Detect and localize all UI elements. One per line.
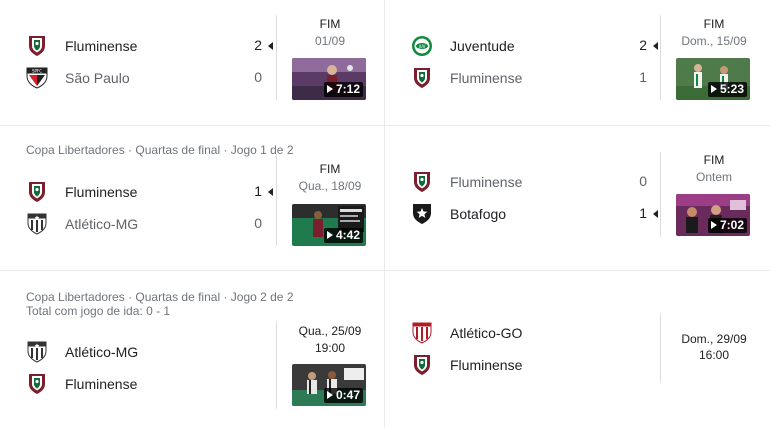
winner-arrow-icon xyxy=(653,42,658,50)
home-team: Atlético-MG xyxy=(26,340,138,364)
home-team-name: Atlético-MG xyxy=(65,344,139,360)
competition-header: Copa Libertadores · Quartas de final · J… xyxy=(26,290,294,304)
home-team: Fluminense xyxy=(26,180,137,204)
away-team-name: Botafogo xyxy=(450,206,507,222)
video-thumbnail[interactable]: 7:12 xyxy=(292,58,366,100)
video-thumbnail[interactable]: 7:02 xyxy=(676,194,750,236)
fluminense-crest-icon xyxy=(26,35,48,57)
home-team: Atlético-GO xyxy=(411,321,522,345)
home-team: Fluminense xyxy=(26,34,137,58)
match-card[interactable]: JUV Juventude 2 Fluminense 1 FIM Dom., 1… xyxy=(385,0,770,125)
home-team: JUV Juventude xyxy=(411,34,515,58)
match-date: Dom., 29/09 xyxy=(681,332,747,346)
away-team-name: São Paulo xyxy=(65,70,130,86)
match-status: FIM xyxy=(319,17,341,31)
separator xyxy=(660,152,661,237)
play-icon xyxy=(710,221,717,229)
away-score: 1 xyxy=(639,69,647,85)
match-time: 16:00 xyxy=(698,348,730,362)
juventude-crest-icon: JUV xyxy=(411,35,433,57)
away-score: 0 xyxy=(254,69,262,85)
svg-text:JUV: JUV xyxy=(418,44,426,49)
atletico-go-crest-icon xyxy=(411,322,433,344)
home-score: 2 xyxy=(639,37,647,53)
video-duration: 7:02 xyxy=(707,218,747,233)
away-team: Atlético-MG xyxy=(26,212,138,236)
match-date: Ontem xyxy=(695,170,732,184)
home-team-name: Atlético-GO xyxy=(450,325,523,341)
match-date: Qua., 25/09 xyxy=(298,324,362,338)
botafogo-crest-icon xyxy=(411,203,433,225)
video-duration: 4:42 xyxy=(323,228,363,243)
home-score: 0 xyxy=(639,173,647,189)
svg-text:SPFC: SPFC xyxy=(32,69,42,74)
away-team: Botafogo xyxy=(411,202,506,226)
home-team-name: Fluminense xyxy=(65,184,138,200)
away-team: Fluminense xyxy=(411,353,522,377)
winner-arrow-icon xyxy=(268,188,273,196)
match-date: 01/09 xyxy=(314,34,346,48)
atletico-mg-crest-icon xyxy=(26,213,48,235)
separator xyxy=(660,313,661,383)
away-score: 1 xyxy=(639,205,647,221)
match-status: FIM xyxy=(319,162,341,176)
video-duration: 0:47 xyxy=(323,388,363,403)
match-status: FIM xyxy=(703,153,725,167)
home-team-name: Fluminense xyxy=(65,38,138,54)
separator xyxy=(276,154,277,246)
fluminense-crest-icon xyxy=(411,354,433,376)
atletico-mg-crest-icon xyxy=(26,341,48,363)
away-team: SPFC São Paulo xyxy=(26,66,130,90)
video-thumbnail[interactable]: 0:47 xyxy=(292,364,366,406)
aggregate-score: Total com jogo de ida: 0 - 1 xyxy=(26,304,171,318)
away-team: Fluminense xyxy=(26,372,137,396)
match-status: FIM xyxy=(703,17,725,31)
play-icon xyxy=(326,391,333,399)
match-card[interactable]: Copa Libertadores · Quartas de final · J… xyxy=(0,126,384,270)
home-score: 2 xyxy=(254,37,262,53)
away-team-name: Fluminense xyxy=(450,70,523,86)
match-date: Qua., 18/09 xyxy=(298,179,362,193)
sao-paulo-crest-icon: SPFC xyxy=(26,67,48,89)
separator xyxy=(660,15,661,100)
match-date: Dom., 15/09 xyxy=(681,34,747,48)
video-thumbnail[interactable]: 5:23 xyxy=(676,58,750,100)
home-team: Fluminense xyxy=(411,170,522,194)
separator xyxy=(276,15,277,100)
home-score: 1 xyxy=(254,183,262,199)
winner-arrow-icon xyxy=(653,210,658,218)
video-duration: 7:12 xyxy=(323,82,363,97)
away-team: Fluminense xyxy=(411,66,522,90)
video-duration: 5:23 xyxy=(707,82,747,97)
fluminense-crest-icon xyxy=(411,67,433,89)
match-card[interactable]: Atlético-GO Fluminense Dom., 29/09 16:00 xyxy=(385,271,770,428)
play-icon xyxy=(326,85,333,93)
matches-grid: Fluminense 2 SPFC São Paulo 0 FIM 01/09 … xyxy=(0,0,770,428)
fluminense-crest-icon xyxy=(26,373,48,395)
competition-header: Copa Libertadores · Quartas de final · J… xyxy=(26,143,294,157)
play-icon xyxy=(710,85,717,93)
match-card[interactable]: Fluminense 2 SPFC São Paulo 0 FIM 01/09 … xyxy=(0,0,384,125)
winner-arrow-icon xyxy=(268,42,273,50)
fluminense-crest-icon xyxy=(411,171,433,193)
away-team-name: Atlético-MG xyxy=(65,216,139,232)
away-team-name: Fluminense xyxy=(450,357,523,373)
match-time: 19:00 xyxy=(314,341,346,355)
separator xyxy=(276,321,277,409)
home-team-name: Juventude xyxy=(450,38,515,54)
match-card[interactable]: Copa Libertadores · Quartas de final · J… xyxy=(0,271,384,428)
video-thumbnail[interactable]: 4:42 xyxy=(292,204,366,246)
home-team-name: Fluminense xyxy=(450,174,523,190)
away-team-name: Fluminense xyxy=(65,376,138,392)
match-card[interactable]: Fluminense 0 Botafogo 1 FIM Ontem 7:02 xyxy=(385,126,770,270)
play-icon xyxy=(326,231,333,239)
away-score: 0 xyxy=(254,215,262,231)
fluminense-crest-icon xyxy=(26,181,48,203)
